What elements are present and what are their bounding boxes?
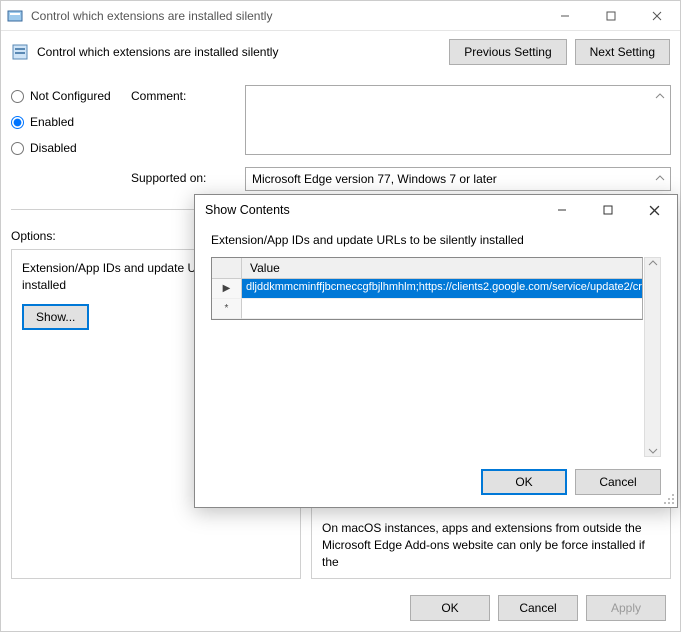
dialog-title: Show Contents	[201, 203, 539, 217]
window-controls	[542, 1, 680, 30]
grid-header-value: Value	[242, 258, 642, 278]
grid-cell-value[interactable]	[242, 299, 642, 319]
dialog-maximize-button[interactable]	[585, 195, 631, 225]
close-button[interactable]	[634, 1, 680, 30]
policy-heading: Control which extensions are installed s…	[37, 45, 437, 59]
comment-label: Comment:	[131, 89, 186, 103]
next-setting-button[interactable]: Next Setting	[575, 39, 670, 65]
policy-doc-icon	[11, 43, 29, 61]
radio-disabled-input[interactable]	[11, 142, 24, 155]
grid-vertical-scrollbar[interactable]	[644, 257, 661, 457]
cancel-button[interactable]: Cancel	[498, 595, 578, 621]
window-titlebar: Control which extensions are installed s…	[1, 1, 680, 31]
dialog-cancel-button[interactable]: Cancel	[575, 469, 661, 495]
supported-on-label: Supported on:	[131, 171, 206, 185]
radio-enabled-input[interactable]	[11, 116, 24, 129]
dialog-instruction: Extension/App IDs and update URLs to be …	[211, 233, 661, 247]
radio-disabled-label: Disabled	[30, 141, 77, 155]
grid-row-marker: ▶	[212, 279, 242, 299]
dialog-button-row: OK Cancel Apply	[410, 595, 666, 621]
maximize-button[interactable]	[588, 1, 634, 30]
radio-disabled[interactable]: Disabled	[11, 141, 111, 155]
dialog-minimize-button[interactable]	[539, 195, 585, 225]
apply-button[interactable]: Apply	[586, 595, 666, 621]
policy-icon	[7, 8, 23, 24]
supported-on-value: Microsoft Edge version 77, Windows 7 or …	[252, 172, 497, 186]
previous-setting-button[interactable]: Previous Setting	[449, 39, 566, 65]
show-button[interactable]: Show...	[22, 304, 89, 330]
radio-not-configured-input[interactable]	[11, 90, 24, 103]
dialog-close-button[interactable]	[631, 195, 677, 225]
scroll-up-icon[interactable]	[648, 258, 658, 268]
radio-not-configured[interactable]: Not Configured	[11, 89, 111, 103]
radio-enabled[interactable]: Enabled	[11, 115, 111, 129]
options-label: Options:	[11, 229, 56, 243]
dialog-ok-button[interactable]: OK	[481, 469, 567, 495]
grid-row[interactable]: *	[212, 299, 642, 319]
help-paragraph: On macOS instances, apps and extensions …	[322, 520, 660, 570]
resize-grip-icon[interactable]	[663, 493, 675, 505]
radio-enabled-label: Enabled	[30, 115, 74, 129]
scroll-up-icon[interactable]	[652, 88, 668, 104]
grid-row-marker: *	[212, 299, 242, 319]
policy-header-row: Control which extensions are installed s…	[1, 31, 680, 69]
grid-cell-value[interactable]: dljddkmmcminffjbcmeccgfbjlhmhlm;https://…	[242, 279, 642, 299]
scroll-up-icon[interactable]	[652, 170, 668, 186]
value-grid[interactable]: Value ▶ dljddkmmcminffjbcmeccgfbjlhmhlm;…	[211, 257, 643, 320]
policy-state-radios: Not Configured Enabled Disabled	[11, 89, 111, 155]
dialog-button-row: OK Cancel	[195, 457, 677, 507]
minimize-button[interactable]	[542, 1, 588, 30]
scroll-down-icon[interactable]	[648, 446, 658, 456]
comment-textarea[interactable]	[245, 85, 671, 155]
grid-header-gutter	[212, 258, 242, 278]
show-contents-dialog: Show Contents Extension/App IDs and upda…	[194, 194, 678, 508]
window-title: Control which extensions are installed s…	[31, 9, 542, 23]
grid-header-row: Value	[212, 258, 642, 279]
grid-row[interactable]: ▶ dljddkmmcminffjbcmeccgfbjlhmhlm;https:…	[212, 279, 642, 299]
radio-not-configured-label: Not Configured	[30, 89, 111, 103]
supported-on-box: Microsoft Edge version 77, Windows 7 or …	[245, 167, 671, 191]
dialog-titlebar: Show Contents	[195, 195, 677, 225]
ok-button[interactable]: OK	[410, 595, 490, 621]
